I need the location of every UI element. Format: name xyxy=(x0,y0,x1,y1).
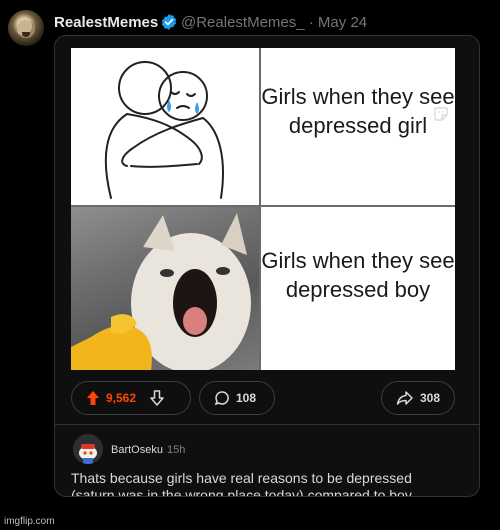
post-action-bar: 9,562 108 308 xyxy=(55,381,479,421)
downvote-arrow-icon[interactable] xyxy=(150,390,164,406)
comment-divider xyxy=(55,424,479,425)
share-button[interactable]: 308 xyxy=(381,381,455,415)
comment-bubble-icon xyxy=(214,391,229,406)
share-arrow-icon xyxy=(396,391,413,405)
comment-body: Thats because girls have real reasons to… xyxy=(71,470,412,497)
commenter-username[interactable]: BartOseku xyxy=(111,444,163,456)
sticker-icon[interactable] xyxy=(433,106,449,122)
verified-badge-icon xyxy=(161,14,177,30)
meme-bottom-caption: Girls when they see depressed boy xyxy=(261,248,455,302)
vote-control: 9,562 xyxy=(71,381,191,415)
comment-age: 15h xyxy=(166,444,186,456)
commenter-avatar[interactable] xyxy=(73,434,103,464)
upvote-arrow-icon[interactable] xyxy=(86,390,100,406)
screaming-cat-panel xyxy=(71,207,259,370)
screaming-cat-photo xyxy=(71,213,251,370)
comment-count: 108 xyxy=(236,391,257,405)
meme-grid-divider-horizontal xyxy=(71,205,455,207)
snoo-avatar-icon xyxy=(73,434,103,464)
share-count: 308 xyxy=(420,391,441,405)
vote-count: 9,562 xyxy=(106,391,137,405)
meme-top-caption: Girls when they see depressed girl xyxy=(261,84,455,138)
author-avatar[interactable] xyxy=(8,10,44,46)
hugging-figures-drawing xyxy=(104,61,224,199)
meme-image: Girls when they see depressed girl Girls… xyxy=(71,48,455,370)
top-comment: BartOseku 15h Thats because girls have re… xyxy=(55,426,479,497)
author-handle-and-date: @RealestMemes_ · May 24 xyxy=(181,14,368,31)
imgflip-watermark: imgflip.com xyxy=(4,516,55,527)
embedded-screenshot[interactable]: Girls when they see depressed girl Girls… xyxy=(54,35,480,497)
author-display-name[interactable]: RealestMemes xyxy=(54,14,158,31)
comments-button[interactable]: 108 xyxy=(199,381,275,415)
comment-meta: BartOseku 15h xyxy=(111,444,185,456)
hug-drawing-panel xyxy=(71,48,259,205)
